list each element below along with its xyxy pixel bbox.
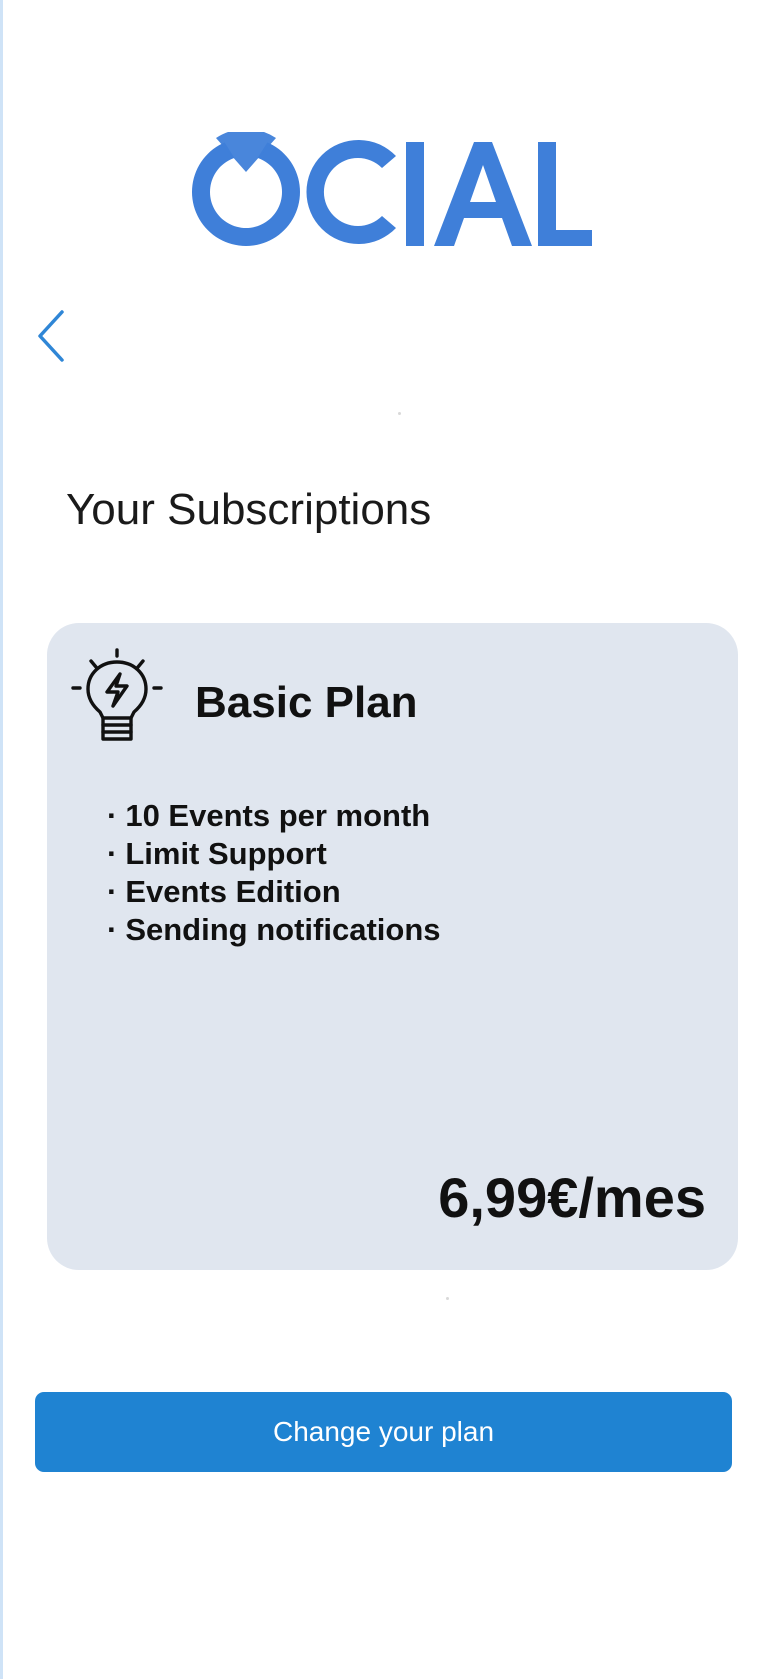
decorative-dot: [398, 412, 401, 415]
chevron-left-icon: [38, 310, 64, 362]
subscription-plan-card: Basic Plan 10 Events per month Limit Sup…: [47, 623, 738, 1270]
plan-price: 6,99€/mes: [438, 1166, 706, 1229]
plan-feature-item: Sending notifications: [107, 911, 440, 949]
app-logo: [186, 132, 592, 252]
plan-features-list: 10 Events per month Limit Support Events…: [107, 797, 441, 949]
change-plan-button[interactable]: Change your plan: [35, 1392, 732, 1472]
left-edge-border: [0, 0, 3, 1679]
subscriptions-screen: Your Subscriptions Basic Plan · 10 Event…: [0, 0, 781, 1679]
plan-feature-item: 10 Events per month: [107, 797, 441, 835]
plan-feature-item: Limit Support: [107, 835, 441, 873]
decorative-dot: [446, 1297, 449, 1300]
back-button[interactable]: [22, 300, 78, 372]
page-title: Your Subscriptions: [66, 485, 432, 534]
lightbulb-bolt-icon: [69, 646, 165, 748]
plan-feature-item: Events Edition: [107, 873, 441, 911]
plan-name: Basic Plan: [195, 678, 418, 727]
